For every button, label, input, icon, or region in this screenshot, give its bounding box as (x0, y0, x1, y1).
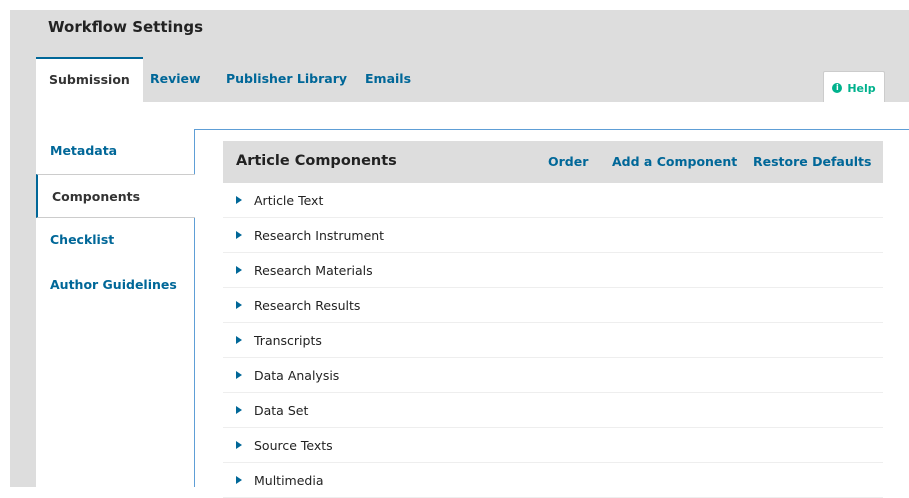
article-components-grid: Article Components Order Add a Component… (223, 141, 883, 498)
list-item[interactable]: Source Texts (223, 428, 883, 463)
expand-arrow-icon[interactable] (236, 301, 242, 309)
expand-arrow-icon[interactable] (236, 441, 242, 449)
order-link[interactable]: Order (548, 154, 588, 169)
page-title: Workflow Settings (48, 18, 203, 36)
expand-arrow-icon[interactable] (236, 371, 242, 379)
grid-title: Article Components (236, 153, 397, 169)
tab-emails[interactable]: Emails (365, 57, 411, 102)
sidebar-item-checklist[interactable]: Checklist (36, 218, 194, 262)
list-item[interactable]: Research Materials (223, 253, 883, 288)
restore-defaults-link[interactable]: Restore Defaults (753, 154, 871, 169)
workflow-settings-frame: Workflow Settings Submission Review Publ… (10, 10, 909, 498)
tab-bar: Submission Review Publisher Library Emai… (36, 57, 909, 104)
expand-arrow-icon[interactable] (236, 266, 242, 274)
sidebar-item-metadata[interactable]: Metadata (36, 129, 194, 173)
list-item[interactable]: Data Set (223, 393, 883, 428)
header: Workflow Settings Submission Review Publ… (10, 10, 909, 104)
list-item[interactable]: Transcripts (223, 323, 883, 358)
sidebar-item-components[interactable]: Components (36, 174, 195, 218)
tab-submission[interactable]: Submission (36, 57, 143, 104)
list-item[interactable]: Multimedia (223, 463, 883, 498)
tab-review[interactable]: Review (150, 57, 201, 102)
grid-header: Article Components Order Add a Component… (223, 141, 883, 183)
info-circle-icon: i (832, 83, 843, 93)
help-button[interactable]: i Help (823, 71, 885, 104)
list-item[interactable]: Article Text (223, 183, 883, 218)
settings-panel: Metadata Components Checklist Author Gui… (36, 102, 909, 498)
list-item[interactable]: Data Analysis (223, 358, 883, 393)
list-item[interactable]: Research Results (223, 288, 883, 323)
add-component-link[interactable]: Add a Component (612, 154, 737, 169)
tab-publisher-library[interactable]: Publisher Library (226, 57, 347, 102)
expand-arrow-icon[interactable] (236, 196, 242, 204)
list-item[interactable]: Research Instrument (223, 218, 883, 253)
expand-arrow-icon[interactable] (236, 336, 242, 344)
grid-body: Article Text Research Instrument Researc… (223, 183, 883, 498)
expand-arrow-icon[interactable] (236, 231, 242, 239)
expand-arrow-icon[interactable] (236, 406, 242, 414)
sidebar-item-author-guidelines[interactable]: Author Guidelines (36, 263, 194, 307)
expand-arrow-icon[interactable] (236, 476, 242, 484)
help-label: Help (847, 81, 876, 95)
